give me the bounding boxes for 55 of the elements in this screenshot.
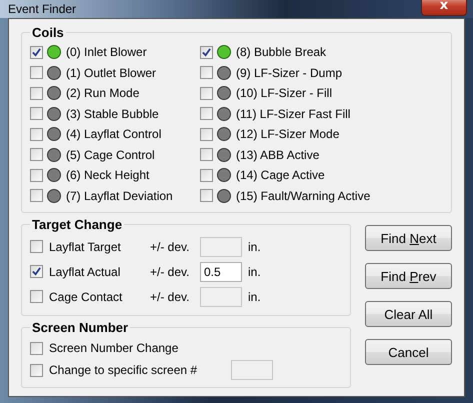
coil-label: (10) LF-Sizer - Fill	[236, 86, 332, 100]
group-title: Target Change	[31, 217, 124, 232]
deviation-label: +/- dev.	[150, 240, 190, 254]
checkbox[interactable]	[30, 107, 43, 120]
checkbox[interactable]	[200, 107, 213, 120]
unit-label: in.	[248, 290, 261, 304]
coil-label: (4) Layflat Control	[66, 127, 162, 142]
coil-label: (8) Bubble Break	[236, 45, 326, 60]
coil-label: (14) Cage Active	[236, 168, 325, 182]
unit-label: in.	[248, 240, 261, 254]
checkbox[interactable]	[200, 148, 213, 162]
coil-label: (3) Stable Bubble	[66, 106, 159, 121]
coil-label: (5) Cage Control	[66, 148, 155, 162]
deviation-label: +/- dev.	[150, 290, 190, 304]
checkbox[interactable]	[30, 66, 43, 80]
checkbox[interactable]	[30, 148, 43, 162]
coil-label: (13) ABB Active	[236, 148, 320, 162]
checkbox[interactable]	[200, 46, 213, 59]
close-button[interactable]: x	[421, 0, 467, 16]
checkbox[interactable]	[200, 168, 213, 182]
group-title: Screen Number	[31, 320, 130, 335]
coil-label: (0) Inlet Blower	[66, 45, 147, 60]
checkbox[interactable]	[30, 86, 43, 100]
checkbox[interactable]	[200, 86, 213, 100]
deviation-label: +/- dev.	[150, 264, 190, 278]
checkbox-label: Screen Number Change	[49, 341, 180, 355]
dialog-button[interactable]: Clear All	[365, 301, 452, 327]
checkbox[interactable]	[30, 46, 43, 59]
checkbox[interactable]	[30, 128, 43, 141]
coil-label: (9) LF-Sizer - Dump	[236, 66, 342, 80]
checkbox[interactable]	[30, 265, 43, 278]
coil-label: (15) Fault/Warning Active	[236, 188, 370, 203]
window-title: Event Finder	[8, 1, 76, 18]
checkbox[interactable]	[30, 168, 43, 182]
coil-label: (12) LF-Sizer Mode	[236, 127, 340, 142]
dialog-button[interactable]: Cancel	[365, 339, 452, 365]
checkbox[interactable]	[200, 128, 213, 141]
deviation-field[interactable]: 0.5	[200, 262, 242, 282]
unit-label: in.	[248, 264, 261, 278]
checkbox[interactable]	[200, 189, 213, 202]
coil-label: (11) LF-Sizer Fast Fill	[236, 106, 350, 121]
dialog-button[interactable]: Find Next	[365, 225, 452, 251]
checkbox[interactable]	[30, 342, 43, 354]
coil-label: (6) Neck Height	[66, 168, 150, 182]
checkbox-label: Cage Contact	[49, 290, 124, 304]
coil-label: (7) Layflat Deviation	[66, 188, 173, 203]
checkbox-label: Layflat Target	[49, 240, 122, 254]
checkbox[interactable]	[200, 66, 213, 80]
coil-label: (1) Outlet Blower	[66, 66, 156, 80]
checkbox-label: Change to specific screen #	[49, 363, 198, 377]
group-title: Coils	[31, 25, 65, 40]
coil-label: (2) Run Mode	[66, 86, 140, 100]
checkbox-label: Layflat Actual	[49, 264, 122, 278]
checkbox[interactable]	[30, 189, 43, 202]
dialog-button[interactable]: Find Prev	[365, 263, 452, 289]
